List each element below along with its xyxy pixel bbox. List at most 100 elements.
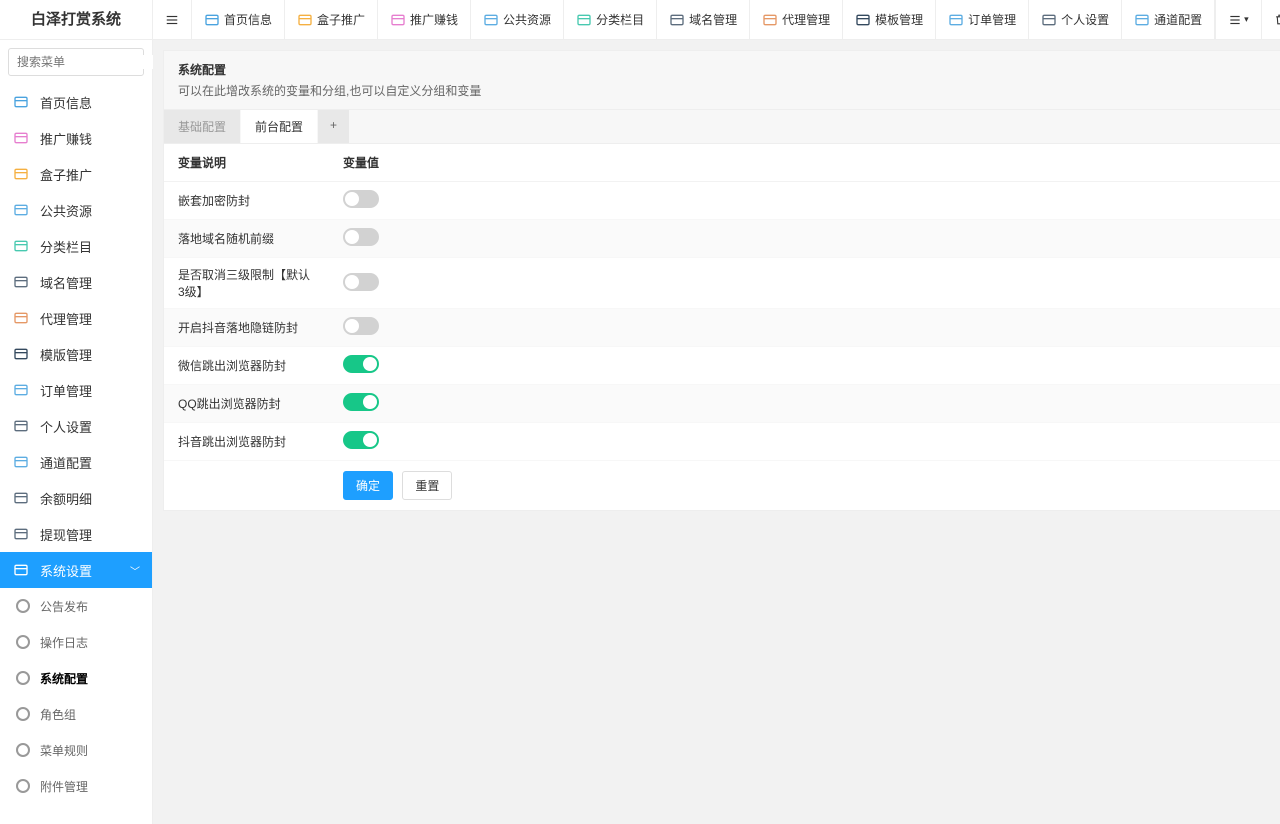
th-value: 变量值: [329, 144, 1280, 182]
submenu-item-5[interactable]: 附件管理: [0, 768, 152, 804]
tab-1[interactable]: 前台配置: [241, 110, 317, 143]
circle-icon: [16, 707, 30, 721]
toggle-switch[interactable]: [343, 431, 379, 449]
reset-button[interactable]: 重置: [402, 471, 452, 500]
topnav-icon: [669, 12, 685, 28]
topnav-label: 订单管理: [968, 11, 1016, 28]
sidebar-item-0[interactable]: 首页信息: [0, 84, 152, 120]
submenu-item-1[interactable]: 操作日志: [0, 624, 152, 660]
sidebar-item-label: 余额明细: [40, 489, 92, 508]
toggle-switch[interactable]: [343, 355, 379, 373]
topnav-item-3[interactable]: 公共资源: [471, 0, 564, 39]
sidebar-item-5[interactable]: 域名管理: [0, 264, 152, 300]
sidebar-item-4[interactable]: 分类栏目: [0, 228, 152, 264]
topnav-item-5[interactable]: 域名管理: [657, 0, 750, 39]
submit-button[interactable]: 确定: [343, 471, 393, 500]
topnav-label: 公共资源: [503, 11, 551, 28]
sidebar-item-label: 域名管理: [40, 273, 92, 292]
topnav-item-8[interactable]: 订单管理: [936, 0, 1029, 39]
submenu-item-4[interactable]: 菜单规则: [0, 732, 152, 768]
submenu-item-3[interactable]: 角色组: [0, 696, 152, 732]
topnav-item-1[interactable]: 盒子推广: [285, 0, 378, 39]
table-row: 微信跳出浏览器防封{$site.isWechat}: [164, 347, 1280, 385]
topnav-item-0[interactable]: 首页信息: [192, 0, 285, 39]
row-desc: 落地域名随机前缀: [164, 220, 329, 258]
table-row: QQ跳出浏览器防封{$site.isQQ}: [164, 385, 1280, 423]
topnav-icon: [204, 12, 220, 28]
sidebar-item-system-settings[interactable]: 系统设置 ﹀: [0, 552, 152, 588]
config-tabs: 基础配置前台配置+: [164, 110, 1280, 144]
topnav-item-7[interactable]: 模板管理: [843, 0, 936, 39]
topnav-icon: [390, 12, 406, 28]
circle-icon: [16, 743, 30, 757]
submenu-item-label: 附件管理: [40, 778, 88, 795]
sidebar-item-7[interactable]: 模版管理: [0, 336, 152, 372]
menu-icon: [12, 93, 30, 111]
search-menu-input[interactable]: [17, 55, 172, 69]
sidebar-item-9[interactable]: 个人设置: [0, 408, 152, 444]
toggle-switch[interactable]: [343, 393, 379, 411]
topnav-item-4[interactable]: 分类栏目: [564, 0, 657, 39]
topnav-item-9[interactable]: 个人设置: [1029, 0, 1122, 39]
sidebar-item-12[interactable]: 提现管理: [0, 516, 152, 552]
sidebar-item-label: 推广赚钱: [40, 129, 92, 148]
sidebar-item-2[interactable]: 盒子推广: [0, 156, 152, 192]
row-desc: 抖音跳出浏览器防封: [164, 423, 329, 461]
sidebar-item-label: 提现管理: [40, 525, 92, 544]
topnav-label: 推广赚钱: [410, 11, 458, 28]
row-desc: QQ跳出浏览器防封: [164, 385, 329, 423]
topnav-item-2[interactable]: 推广赚钱: [378, 0, 471, 39]
topnav-label: 代理管理: [782, 11, 830, 28]
menu-icon: [12, 489, 30, 507]
panel-title: 系统配置: [178, 61, 1280, 78]
submenu-item-label: 角色组: [40, 706, 76, 723]
row-desc: 是否取消三级限制【默认3级】: [164, 258, 329, 309]
tab-add[interactable]: +: [318, 110, 349, 143]
topnav-label: 盒子推广: [317, 11, 365, 28]
toggle-switch[interactable]: [343, 228, 379, 246]
submenu-item-2[interactable]: 系统配置: [0, 660, 152, 696]
sidebar-item-label: 公共资源: [40, 201, 92, 220]
sidebar-item-3[interactable]: 公共资源: [0, 192, 152, 228]
row-desc: 嵌套加密防封: [164, 182, 329, 220]
submenu-item-0[interactable]: 公告发布: [0, 588, 152, 624]
sidebar-item-10[interactable]: 通道配置: [0, 444, 152, 480]
topnav-icon: [948, 12, 964, 28]
topnav-item-6[interactable]: 代理管理: [750, 0, 843, 39]
toggle-switch[interactable]: [343, 273, 379, 291]
chevron-down-icon: ﹀: [130, 563, 140, 578]
topnav-icon: [297, 12, 313, 28]
table-row: 是否取消三级限制【默认3级】{$site.daili_model}: [164, 258, 1280, 309]
topnav-icon: [576, 12, 592, 28]
menu-icon: [12, 237, 30, 255]
sidebar: 白泽打赏系统 首页信息推广赚钱盒子推广公共资源分类栏目域名管理代理管理模版管理订…: [0, 0, 153, 824]
topbar-trash-icon[interactable]: [1261, 0, 1280, 39]
menu-icon: [12, 273, 30, 291]
topnav-icon: [1041, 12, 1057, 28]
sidebar-item-11[interactable]: 余额明细: [0, 480, 152, 516]
topnav-label: 模板管理: [875, 11, 923, 28]
sidebar-item-label: 系统设置: [40, 561, 92, 580]
menu-icon: [12, 309, 30, 327]
menu-icon: [12, 381, 30, 399]
config-table: 变量说明 变量值 变量名 嵌套加密防封{$site.qiantao}落地域名随机…: [164, 144, 1280, 461]
sidebar-item-label: 代理管理: [40, 309, 92, 328]
table-row: 嵌套加密防封{$site.qiantao}: [164, 182, 1280, 220]
topnav-label: 通道配置: [1154, 11, 1202, 28]
sidebar-item-6[interactable]: 代理管理: [0, 300, 152, 336]
toggle-switch[interactable]: [343, 317, 379, 335]
sidebar-item-1[interactable]: 推广赚钱: [0, 120, 152, 156]
tab-0[interactable]: 基础配置: [164, 110, 240, 143]
topbar-list-icon[interactable]: ▾: [1215, 0, 1261, 39]
hamburger-icon[interactable]: [153, 0, 192, 39]
topnav-item-10[interactable]: 通道配置: [1122, 0, 1215, 39]
config-panel: 系统配置 可以在此增改系统的变量和分组,也可以自定义分组和变量 基础配置前台配置…: [163, 50, 1280, 511]
circle-icon: [16, 599, 30, 613]
sidebar-item-8[interactable]: 订单管理: [0, 372, 152, 408]
menu-icon: [12, 201, 30, 219]
topnav-label: 分类栏目: [596, 11, 644, 28]
toggle-switch[interactable]: [343, 190, 379, 208]
search-menu-input-wrap[interactable]: [8, 48, 144, 76]
circle-icon: [16, 671, 30, 685]
sidebar-item-label: 个人设置: [40, 417, 92, 436]
